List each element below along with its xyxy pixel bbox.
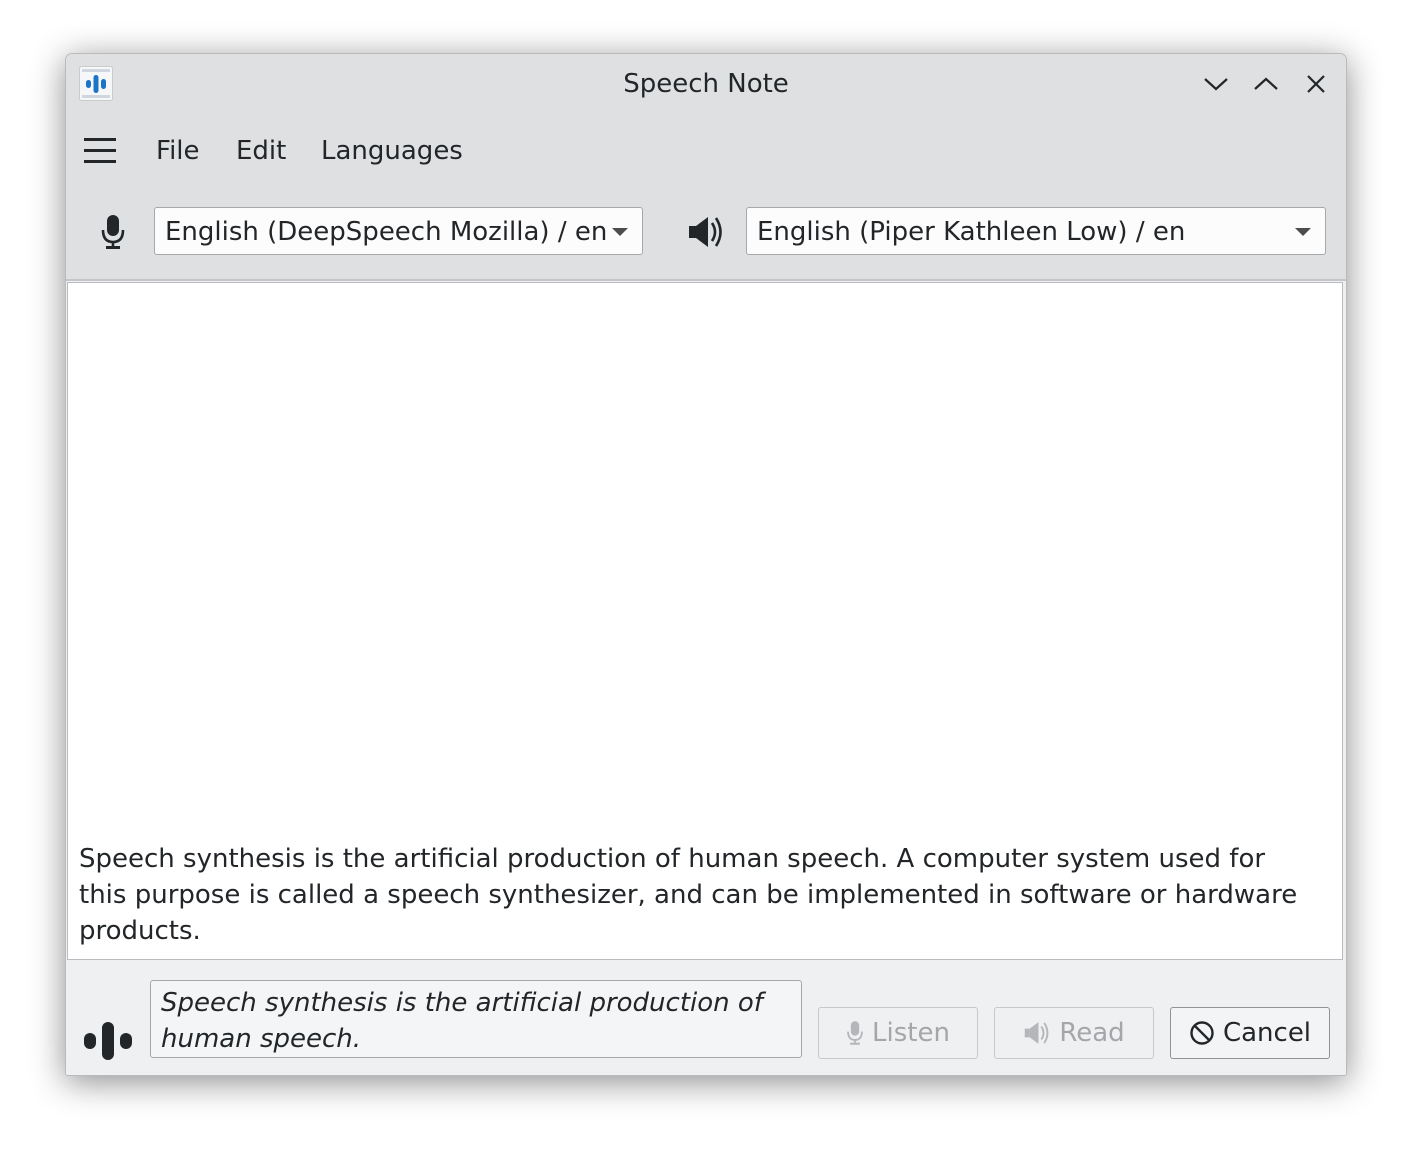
menu-bar: File Edit Languages <box>66 116 1346 186</box>
language-toolbar: English (DeepSpeech Mozilla) / en Englis… <box>66 186 1346 281</box>
chevron-down-icon <box>612 228 628 236</box>
title-bar[interactable]: Speech Note <box>66 54 1346 116</box>
listen-button-label: Listen <box>872 1018 950 1048</box>
close-button[interactable] <box>1300 68 1332 100</box>
stt-language-value: English (DeepSpeech Mozilla) / en <box>165 217 608 247</box>
tts-voice-select[interactable]: English (Piper Kathleen Low) / en <box>746 207 1326 255</box>
listen-button[interactable]: Listen <box>818 1007 978 1059</box>
menu-languages[interactable]: Languages <box>321 136 463 166</box>
note-text-area[interactable]: Speech synthesis is the artificial produ… <box>67 282 1343 960</box>
menu-file[interactable]: File <box>156 136 200 166</box>
minimize-button[interactable] <box>1200 68 1232 100</box>
chevron-down-icon <box>1295 228 1311 236</box>
status-text-box: Speech synthesis is the artificial produ… <box>150 980 802 1058</box>
cancel-icon <box>1190 1021 1214 1045</box>
bottom-bar: Speech synthesis is the artificial produ… <box>66 962 1346 1075</box>
app-logo-icon <box>79 66 113 101</box>
status-text: Speech synthesis is the artificial produ… <box>161 988 763 1054</box>
microphone-icon <box>847 1021 863 1045</box>
hamburger-icon <box>84 138 116 163</box>
window-title: Speech Note <box>623 69 789 99</box>
maximize-button[interactable] <box>1250 68 1282 100</box>
close-icon <box>1307 75 1325 93</box>
microphone-icon <box>96 212 130 252</box>
speaker-icon <box>1025 1022 1049 1044</box>
hamburger-menu-button[interactable] <box>82 136 118 166</box>
chevron-down-icon <box>1204 78 1228 91</box>
read-button-label: Read <box>1059 1018 1125 1048</box>
menu-edit[interactable]: Edit <box>236 136 286 166</box>
tts-voice-value: English (Piper Kathleen Low) / en <box>757 217 1186 247</box>
app-window: Speech Note File Edit Languages English … <box>65 53 1347 1076</box>
chevron-up-icon <box>1254 77 1278 90</box>
cancel-button-label: Cancel <box>1222 1018 1312 1048</box>
note-text: Speech synthesis is the artificial produ… <box>79 844 1298 946</box>
cancel-button[interactable]: Cancel <box>1170 1007 1330 1059</box>
speaker-icon <box>686 212 726 252</box>
read-button[interactable]: Read <box>994 1007 1154 1059</box>
audio-level-icon <box>78 1020 138 1060</box>
stt-language-select[interactable]: English (DeepSpeech Mozilla) / en <box>154 207 643 255</box>
